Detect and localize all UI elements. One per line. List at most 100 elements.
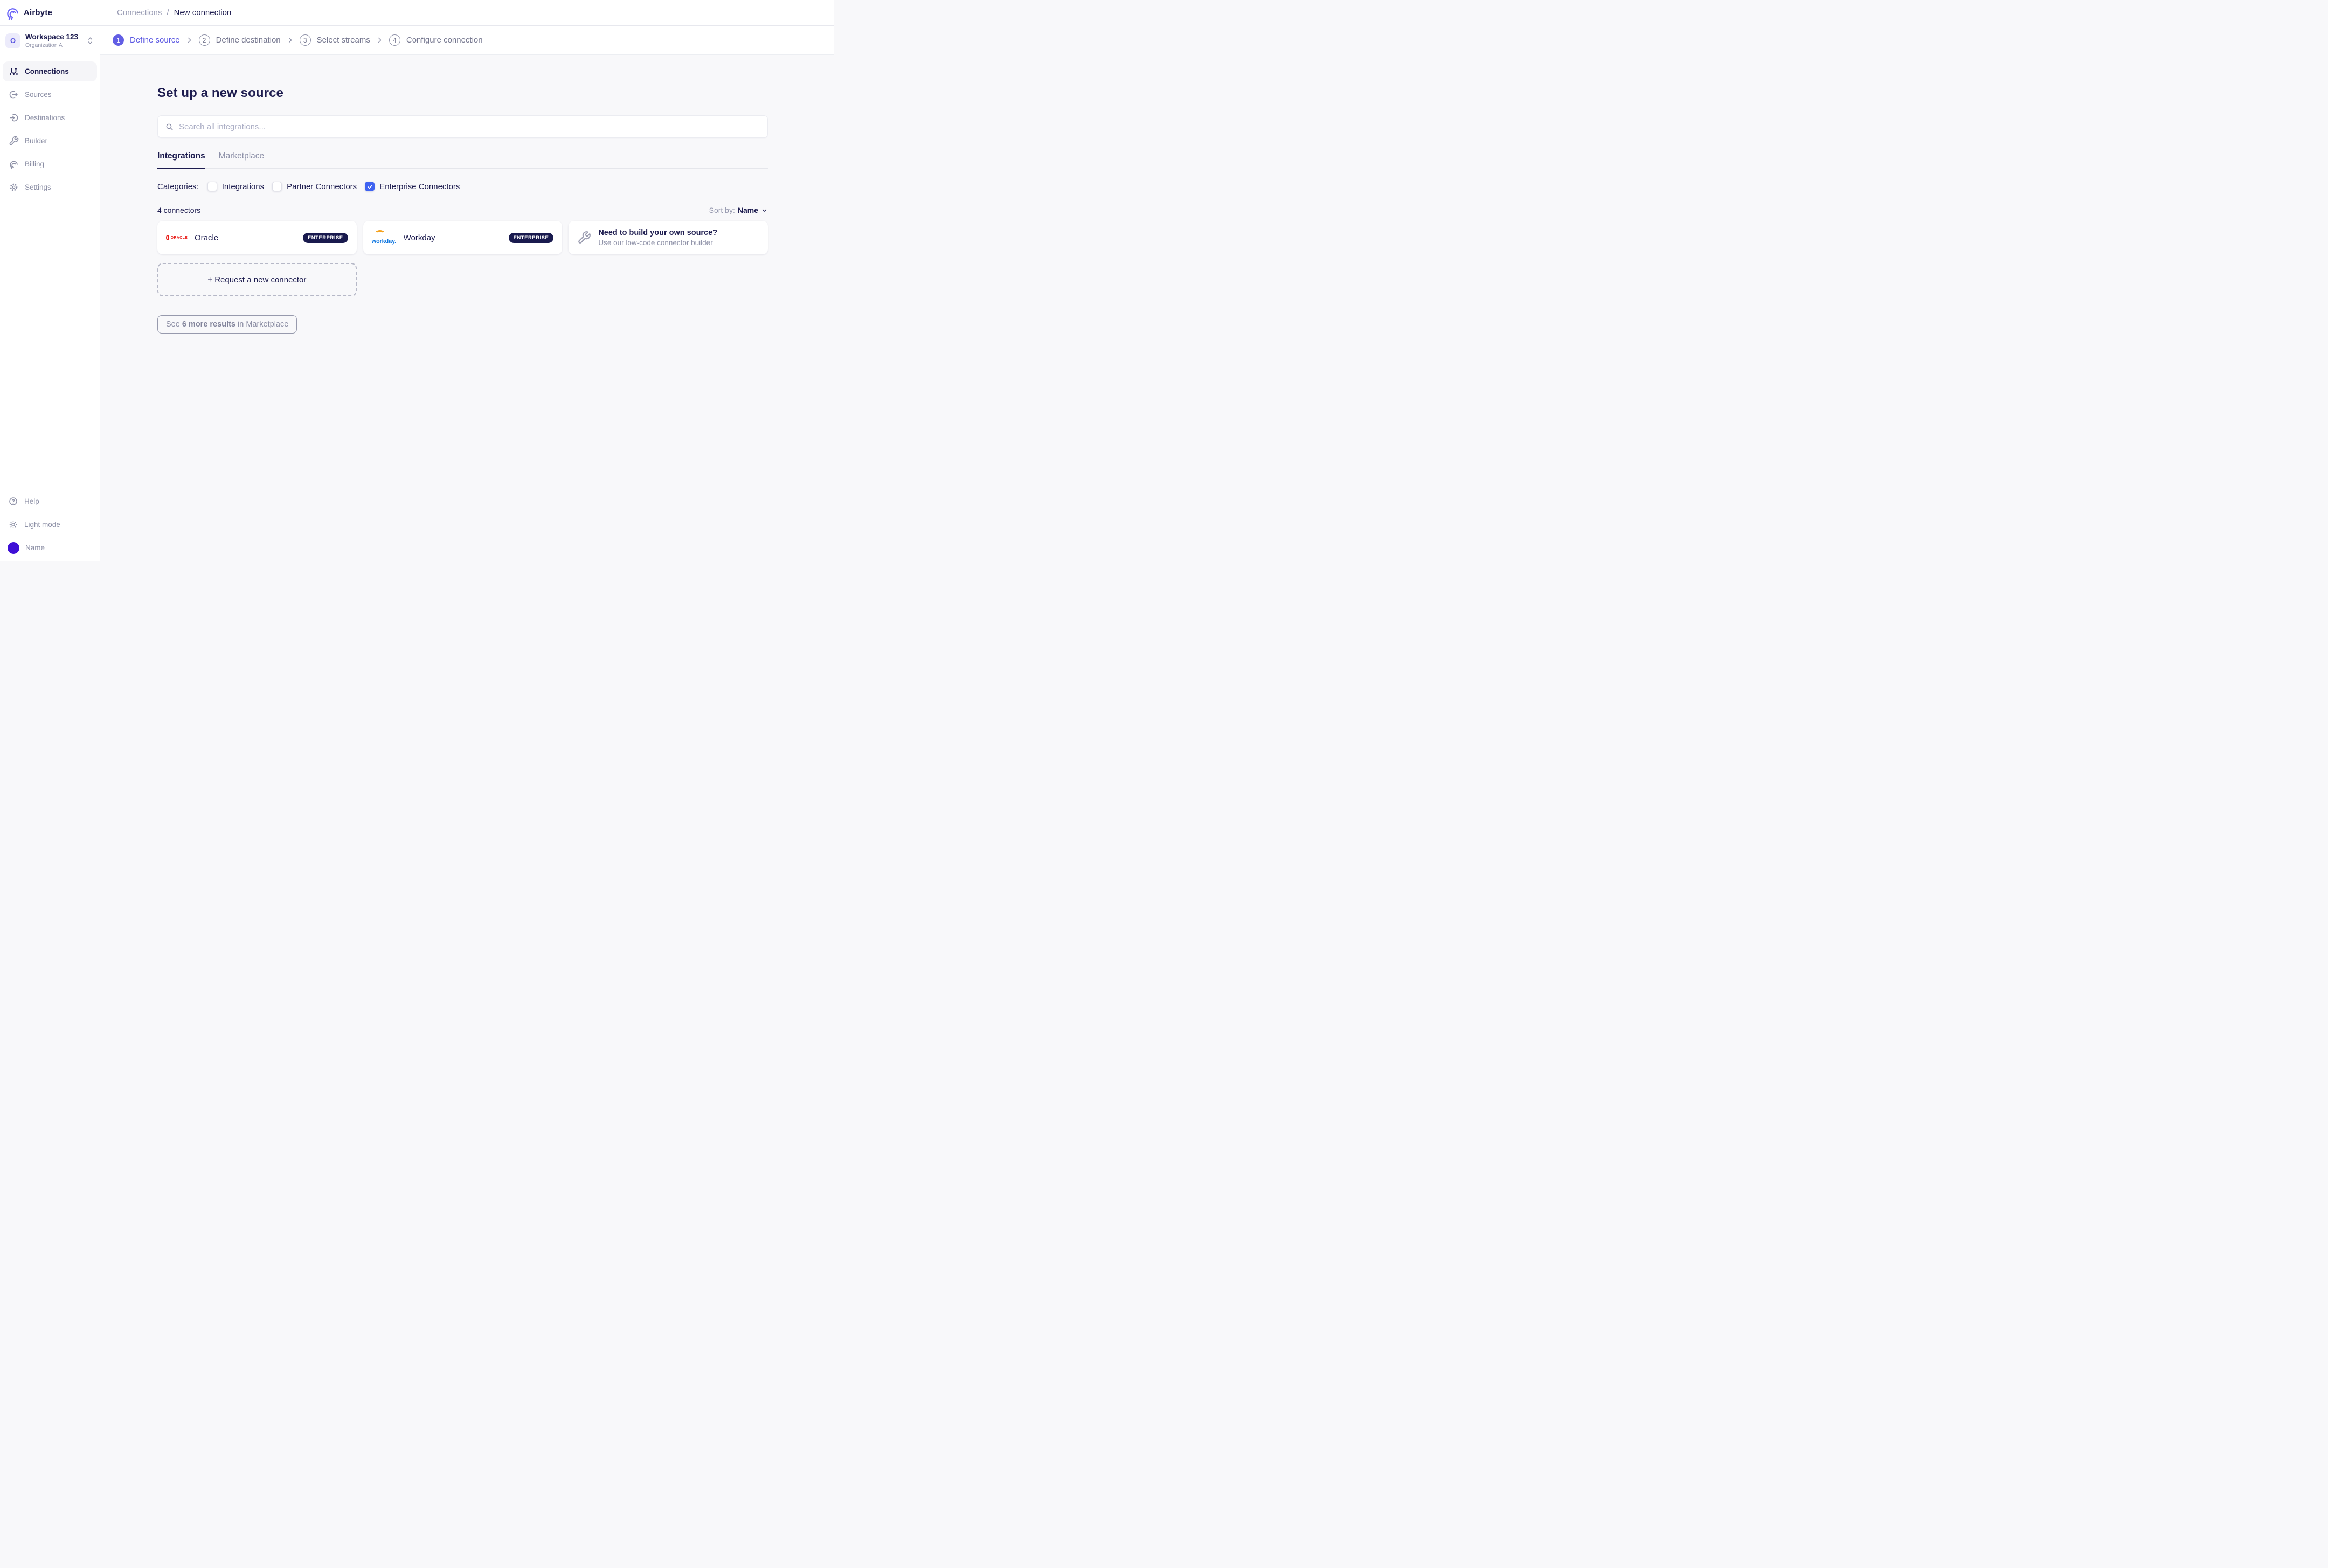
category-label: Partner Connectors bbox=[287, 182, 357, 191]
sidebar-item-sources[interactable]: Sources bbox=[3, 85, 97, 105]
results-header: 4 connectors Sort by: Name bbox=[157, 206, 768, 214]
search-box bbox=[157, 115, 768, 138]
see-more-wrap: See 6 more results in Marketplace bbox=[157, 315, 768, 334]
see-more-prefix: See bbox=[166, 320, 182, 329]
sidebar-footer: Help Light mode Name bbox=[0, 490, 100, 561]
category-label: Integrations bbox=[221, 182, 265, 191]
content: Set up a new source Integrations Marketp… bbox=[157, 55, 768, 334]
checkbox-unchecked[interactable] bbox=[272, 182, 282, 191]
connector-tabs: Integrations Marketplace bbox=[157, 151, 768, 169]
chevron-right-icon bbox=[286, 36, 294, 44]
help-button[interactable]: Help bbox=[0, 490, 100, 513]
category-integrations[interactable]: Integrations bbox=[207, 182, 264, 191]
workspace-initial-badge: O bbox=[5, 33, 20, 48]
sidebar-item-connections[interactable]: Connections bbox=[3, 61, 97, 81]
connector-card-workday[interactable]: workday. Workday ENTERPRISE bbox=[363, 221, 563, 254]
category-partner-connectors[interactable]: Partner Connectors bbox=[272, 182, 357, 191]
workspace-name: Workspace 123 bbox=[25, 33, 79, 41]
step-define-source: 1 Define source bbox=[113, 34, 180, 46]
breadcrumb-connections-link[interactable]: Connections bbox=[117, 8, 162, 17]
sort-control[interactable]: Sort by: Name bbox=[709, 206, 768, 214]
step-number: 2 bbox=[198, 34, 210, 46]
step-label: Select streams bbox=[316, 36, 370, 45]
chevron-right-icon bbox=[185, 36, 193, 44]
breadcrumb: Connections / New connection bbox=[100, 0, 834, 26]
sidebar-item-label: Builder bbox=[25, 137, 48, 145]
step-label: Configure connection bbox=[406, 36, 483, 45]
workspace-selector[interactable]: O Workspace 123 Organization A bbox=[0, 26, 100, 55]
sidebar-item-settings[interactable]: Settings bbox=[3, 177, 97, 197]
help-icon bbox=[8, 496, 18, 507]
brand-name: Airbyte bbox=[24, 8, 53, 17]
sidebar-item-label: Billing bbox=[25, 160, 45, 168]
workspace-org: Organization A bbox=[25, 42, 63, 48]
check-icon bbox=[367, 185, 372, 189]
step-label: Define destination bbox=[216, 36, 281, 45]
step-configure-connection: 4 Configure connection bbox=[389, 34, 483, 46]
sidebar-item-builder[interactable]: Builder bbox=[3, 131, 97, 151]
build-your-own-source-card[interactable]: Need to build your own source? Use our l… bbox=[569, 221, 768, 254]
builder-icon bbox=[9, 136, 19, 146]
checkbox-unchecked[interactable] bbox=[207, 182, 217, 191]
categories-filter: Categories: Integrations Partner Connect… bbox=[157, 182, 768, 191]
oracle-o-mark bbox=[166, 235, 169, 240]
workday-wordmark: workday. bbox=[371, 238, 396, 245]
see-more-suffix: in Marketplace bbox=[235, 320, 289, 329]
sidebar: Airbyte O Workspace 123 Organization A C… bbox=[0, 0, 100, 561]
connector-card-oracle[interactable]: ORACLE Oracle ENTERPRISE bbox=[157, 221, 357, 254]
builder-card-copy: Need to build your own source? Use our l… bbox=[598, 228, 717, 247]
enterprise-badge: ENTERPRISE bbox=[302, 232, 348, 243]
step-number: 4 bbox=[389, 34, 400, 46]
page-title: Set up a new source bbox=[157, 86, 283, 100]
connections-icon bbox=[9, 66, 19, 77]
category-enterprise-connectors[interactable]: Enterprise Connectors bbox=[365, 182, 460, 191]
builder-card-title: Need to build your own source? bbox=[598, 228, 718, 237]
user-menu[interactable]: Name bbox=[0, 536, 100, 559]
search-input[interactable] bbox=[179, 122, 760, 131]
tab-marketplace[interactable]: Marketplace bbox=[219, 151, 264, 169]
see-more-count: 6 more results bbox=[182, 320, 235, 329]
billing-icon bbox=[9, 159, 19, 169]
step-label: Define source bbox=[130, 36, 180, 45]
connector-name: Oracle bbox=[195, 233, 219, 242]
sidebar-nav: Connections Sources Destinations Builder… bbox=[0, 61, 100, 197]
step-number: 3 bbox=[299, 34, 311, 46]
airbyte-logo-icon bbox=[5, 5, 20, 20]
sort-value: Name bbox=[737, 206, 758, 214]
chevron-down-icon bbox=[761, 207, 768, 214]
category-label: Enterprise Connectors bbox=[379, 182, 460, 191]
step-define-destination: 2 Define destination bbox=[198, 34, 281, 46]
footer-item-label: Help bbox=[24, 497, 39, 505]
workday-logo: workday. bbox=[372, 230, 397, 245]
brand-logo: Airbyte bbox=[0, 0, 100, 26]
footer-item-label: Name bbox=[25, 544, 45, 552]
sidebar-item-label: Sources bbox=[25, 91, 52, 99]
categories-label: Categories: bbox=[157, 182, 199, 191]
sidebar-item-billing[interactable]: Billing bbox=[3, 154, 97, 174]
sidebar-item-label: Connections bbox=[25, 67, 69, 75]
workday-arc-mark bbox=[374, 230, 385, 238]
tab-integrations[interactable]: Integrations bbox=[157, 151, 205, 169]
oracle-wordmark: ORACLE bbox=[170, 235, 188, 240]
chevron-up-down-icon bbox=[86, 36, 94, 46]
sources-icon bbox=[9, 89, 19, 100]
checkbox-checked[interactable] bbox=[365, 182, 375, 191]
sidebar-item-label: Settings bbox=[25, 183, 51, 191]
destinations-icon bbox=[9, 113, 19, 123]
oracle-logo: ORACLE bbox=[166, 235, 188, 240]
connector-grid: ORACLE Oracle ENTERPRISE workday. Workda… bbox=[157, 221, 768, 296]
main-area: Connections / New connection 1 Define so… bbox=[100, 0, 834, 561]
breadcrumb-current: New connection bbox=[174, 8, 232, 17]
see-more-results-button[interactable]: See 6 more results in Marketplace bbox=[157, 315, 297, 334]
footer-item-label: Light mode bbox=[24, 521, 60, 529]
step-select-streams: 3 Select streams bbox=[299, 34, 370, 46]
step-number: 1 bbox=[113, 34, 124, 46]
sun-icon bbox=[8, 519, 18, 530]
sidebar-item-destinations[interactable]: Destinations bbox=[3, 108, 97, 128]
workspace-meta: Workspace 123 Organization A bbox=[25, 33, 78, 48]
avatar bbox=[8, 542, 19, 554]
settings-icon bbox=[9, 182, 19, 192]
request-new-connector-button[interactable]: + Request a new connector bbox=[157, 263, 357, 296]
light-mode-toggle[interactable]: Light mode bbox=[0, 513, 100, 536]
builder-card-subtitle: Use our low-code connector builder bbox=[598, 239, 713, 247]
